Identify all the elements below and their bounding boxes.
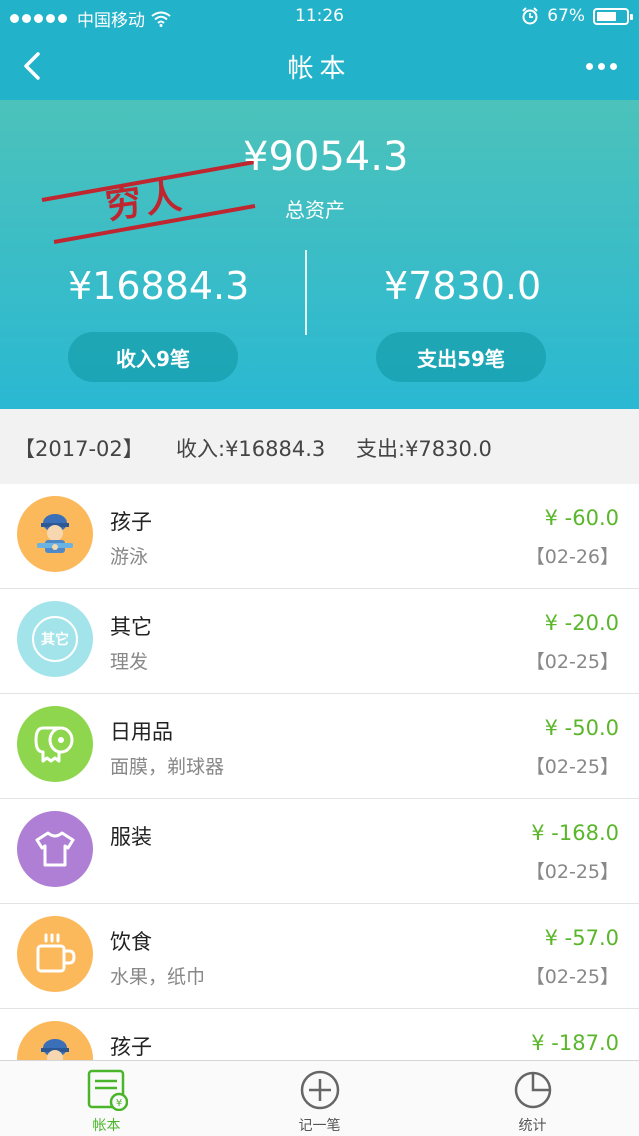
total-assets-label: 总资产 xyxy=(285,198,345,222)
toilet-paper-icon xyxy=(34,726,74,763)
month-expense: 支出:¥7830.0 xyxy=(356,437,492,461)
tab-label: 帐本 xyxy=(92,1118,121,1134)
income-amount: ¥16884.3 xyxy=(68,264,250,308)
expense-amount: ¥7830.0 xyxy=(384,264,542,308)
child-icon xyxy=(41,1039,69,1060)
pie-chart-icon xyxy=(514,1071,552,1109)
nav-bar: 帐本 xyxy=(0,34,639,100)
record-note: 游泳 xyxy=(110,546,149,568)
summary-panel: 穷人 ¥9054.3 总资产 ¥16884.3 ¥7830.0 收入9笔 支出5… xyxy=(0,100,639,409)
page-title: 帐本 xyxy=(287,54,352,84)
record-amount: ¥ -187.0 xyxy=(531,1031,619,1055)
record-note: 水果，纸巾 xyxy=(110,966,206,988)
record-date: 【02-25】 xyxy=(525,756,619,778)
category-avatar xyxy=(17,1021,93,1060)
record-date: 【02-25】 xyxy=(525,861,619,883)
record-amount: ¥ -50.0 xyxy=(544,716,619,740)
month-summary-bar: 【2017-02】 收入:¥16884.3 支出:¥7830.0 xyxy=(0,409,639,484)
category-name: 其它 xyxy=(110,615,152,639)
category-avatar xyxy=(17,916,93,992)
other-icon-text: 其它 xyxy=(41,632,69,648)
category-name: 孩子 xyxy=(110,510,152,534)
record-date: 【02-25】 xyxy=(525,966,619,988)
cup-icon xyxy=(36,933,76,973)
svg-text:¥: ¥ xyxy=(116,1098,122,1109)
record-note: 理发 xyxy=(110,651,149,673)
record-amount: ¥ -60.0 xyxy=(544,506,619,530)
category-name: 日用品 xyxy=(110,720,173,744)
record-row[interactable]: 服装 ¥ -168.0 【02-25】 xyxy=(0,799,639,904)
tab-ledger[interactable]: ¥ 帐本 xyxy=(0,1061,213,1136)
more-button[interactable] xyxy=(581,48,621,84)
tab-add-record[interactable]: 记一笔 xyxy=(213,1061,426,1136)
record-amount: ¥ -168.0 xyxy=(531,821,619,845)
tab-label: 统计 xyxy=(518,1118,547,1134)
category-avatar: 其它 xyxy=(17,601,93,677)
other-icon: 其它 xyxy=(32,616,78,662)
record-date: 【02-25】 xyxy=(525,651,619,673)
category-avatar xyxy=(17,496,93,572)
record-row[interactable]: 其它 其它 理发 ¥ -20.0 【02-25】 xyxy=(0,589,639,694)
month-label: 【2017-02】 xyxy=(14,437,144,461)
income-count-button[interactable]: 收入9笔 xyxy=(68,332,238,382)
battery-icon xyxy=(593,7,633,25)
tab-statistics[interactable]: 统计 xyxy=(426,1061,639,1136)
tshirt-icon xyxy=(35,831,75,867)
category-avatar xyxy=(17,811,93,887)
status-bar: 中国移动 11:26 67% xyxy=(0,0,639,34)
ledger-icon: ¥ xyxy=(87,1069,128,1111)
total-assets-amount: ¥9054.3 xyxy=(243,134,409,180)
record-date: 【02-26】 xyxy=(525,546,619,568)
alarm-icon xyxy=(522,7,538,25)
tab-bar: ¥ 帐本 记一笔 统计 xyxy=(0,1060,639,1136)
record-row[interactable]: 日用品 面膜，剃球器 ¥ -50.0 【02-25】 xyxy=(0,694,639,799)
more-dot xyxy=(597,62,605,70)
month-income: 收入:¥16884.3 xyxy=(176,437,326,461)
child-icon xyxy=(37,514,73,553)
record-row[interactable]: 饮食 水果，纸巾 ¥ -57.0 【02-25】 xyxy=(0,904,639,1009)
record-amount: ¥ -57.0 xyxy=(544,926,619,950)
divider xyxy=(305,250,307,335)
category-name: 饮食 xyxy=(110,930,152,954)
record-list[interactable]: 孩子 游泳 ¥ -60.0 【02-26】 其它 其它 理发 ¥ -20.0 【… xyxy=(0,484,639,1060)
category-name: 孩子 xyxy=(110,1035,152,1059)
add-icon xyxy=(300,1070,340,1110)
tab-label: 记一笔 xyxy=(298,1118,341,1134)
more-dot xyxy=(585,62,593,70)
record-row[interactable]: 孩子 游泳 ¥ -60.0 【02-26】 xyxy=(0,484,639,589)
battery-percent: 67% xyxy=(547,6,585,26)
top-bar: 中国移动 11:26 67% 帐本 xyxy=(0,0,639,100)
record-row[interactable]: 孩子 ¥ -187.0 xyxy=(0,1009,639,1060)
more-dot xyxy=(609,62,617,70)
record-note: 面膜，剃球器 xyxy=(110,756,225,778)
record-amount: ¥ -20.0 xyxy=(544,611,619,635)
category-avatar xyxy=(17,706,93,782)
stamp-text: 穷人 xyxy=(103,175,188,228)
expense-count-button[interactable]: 支出59笔 xyxy=(376,332,546,382)
category-name: 服装 xyxy=(110,825,152,849)
